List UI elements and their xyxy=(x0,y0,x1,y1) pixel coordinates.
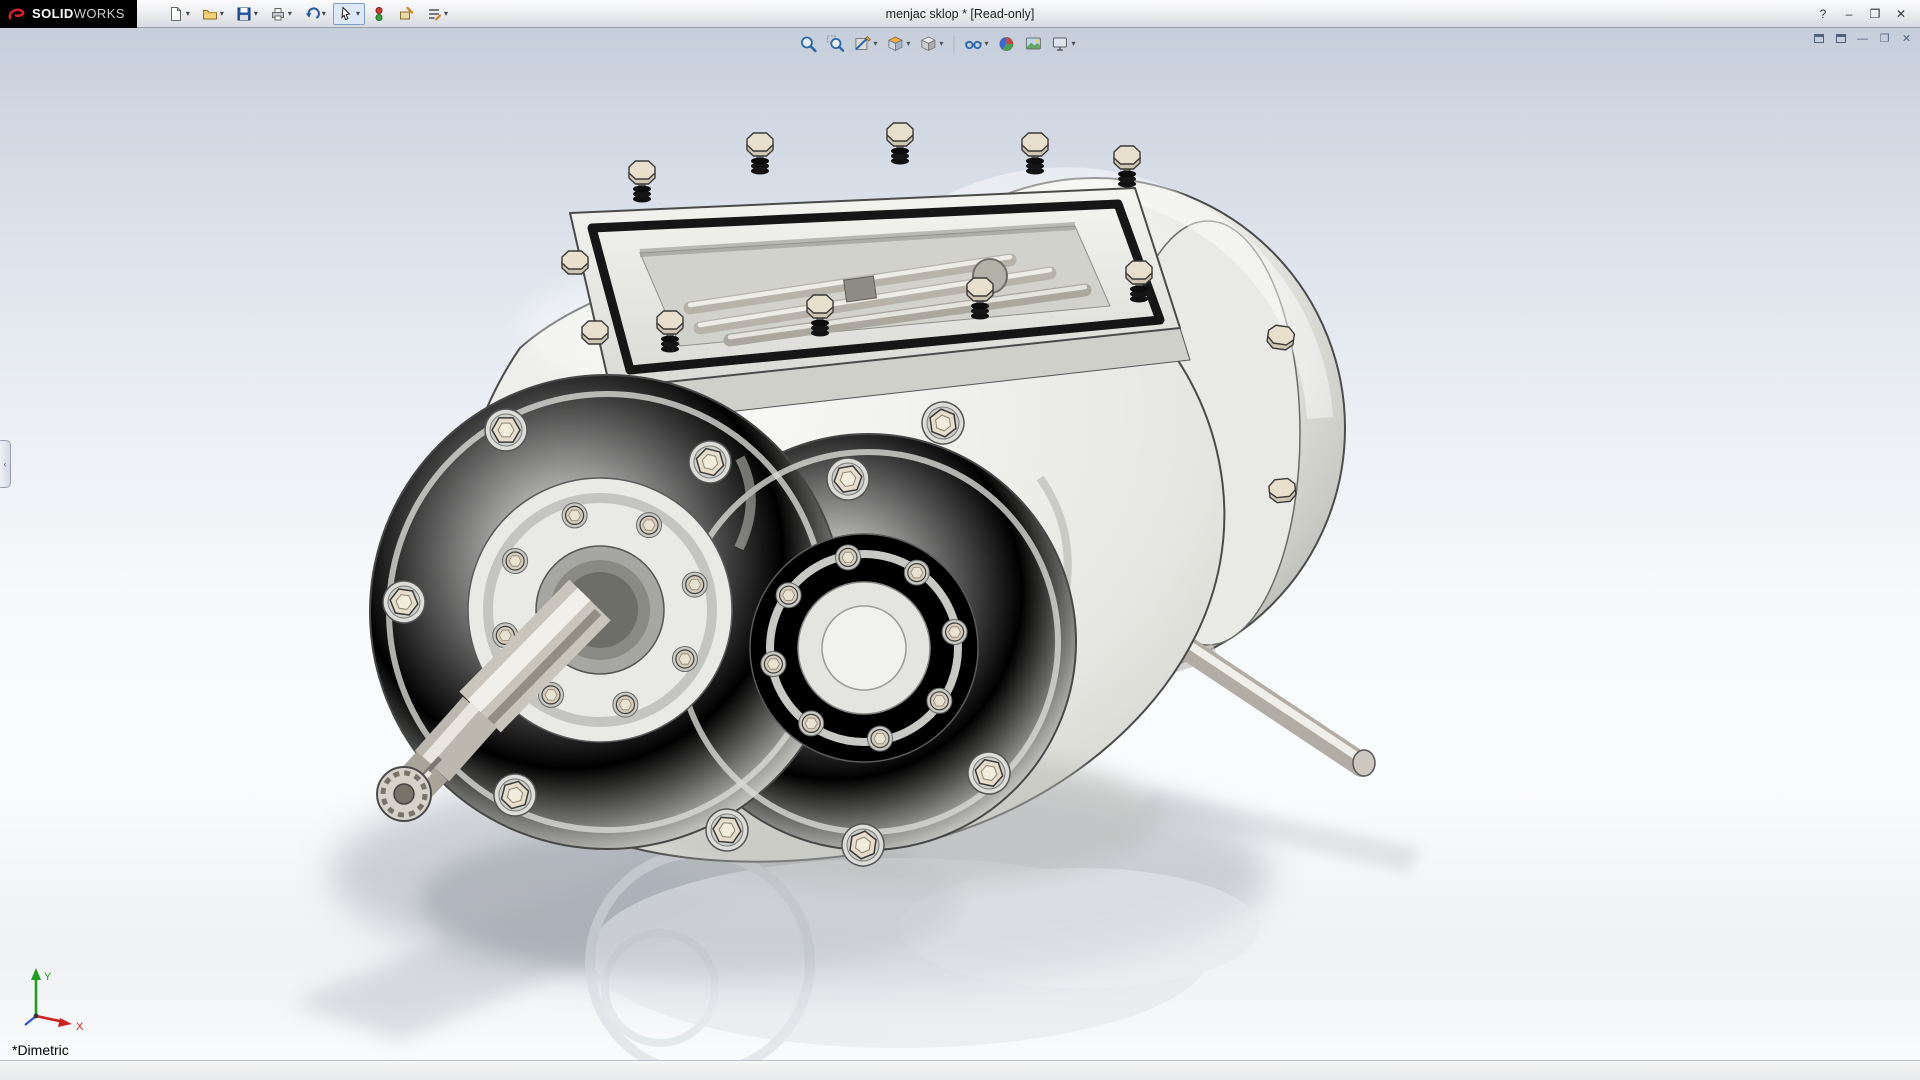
dropdown-caret[interactable]: ▾ xyxy=(288,10,292,18)
apply-scene-button[interactable] xyxy=(1021,33,1045,55)
ds-logo-icon xyxy=(7,6,27,22)
new-document-button[interactable]: ▾ xyxy=(163,3,195,25)
feature-manager-collapsed-tab[interactable]: ‹ xyxy=(0,440,11,488)
select-cursor-icon xyxy=(338,6,354,22)
save-icon xyxy=(236,6,252,22)
view-orientation-label: *Dimetric xyxy=(12,1042,69,1058)
selection-filter-button[interactable] xyxy=(367,3,391,25)
zoom-to-area-icon xyxy=(826,35,844,53)
print-button[interactable]: ▾ xyxy=(265,3,297,25)
zoom-to-fit-icon xyxy=(799,35,817,53)
edit-appearance-icon xyxy=(997,35,1015,53)
minimize-button[interactable]: – xyxy=(1838,4,1860,23)
section-view-icon xyxy=(853,35,871,53)
document-window-controls: — ❐ ✕ xyxy=(1811,31,1914,46)
orientation-triad[interactable]: Y X xyxy=(14,958,98,1038)
open-button[interactable]: ▾ xyxy=(197,3,229,25)
apply-scene-icon xyxy=(1024,35,1042,53)
status-bar xyxy=(0,1060,1920,1080)
reference-geometry-button[interactable] xyxy=(393,3,419,25)
graphics-area[interactable]: ▾ ▾ ▾ ▾ xyxy=(0,28,1920,1060)
reference-geometry-icon xyxy=(398,6,414,22)
view-orientation-cube-icon xyxy=(886,35,904,53)
window-controls: ? – ❐ ✕ xyxy=(1812,4,1920,23)
output-flange xyxy=(750,534,978,762)
solidworks-logo: SOLIDWORKS xyxy=(0,0,137,28)
document-restore-button[interactable]: ❐ xyxy=(1877,31,1892,46)
triad-y-label: Y xyxy=(44,971,52,983)
triad-x-label: X xyxy=(76,1021,84,1033)
triad-x-arrow xyxy=(58,1018,72,1027)
zoom-to-fit-button[interactable] xyxy=(796,33,820,55)
zoom-to-area-button[interactable] xyxy=(823,33,847,55)
print-icon xyxy=(270,6,286,22)
undo-icon xyxy=(304,6,320,22)
dropdown-caret[interactable]: ▾ xyxy=(984,40,988,48)
options-button[interactable]: ▾ xyxy=(421,3,453,25)
undo-button[interactable]: ▾ xyxy=(299,3,331,25)
previous-document-icon[interactable] xyxy=(1811,31,1826,46)
dropdown-caret[interactable]: ▾ xyxy=(356,10,360,18)
title-bar: SOLIDWORKS ▾ ▾ ▾ ▾ xyxy=(0,0,1920,28)
document-close-button[interactable]: ✕ xyxy=(1899,31,1914,46)
view-settings-button[interactable]: ▾ xyxy=(1048,33,1078,55)
maximize-button[interactable]: ❐ xyxy=(1864,4,1886,23)
hide-show-glasses-icon xyxy=(964,35,982,53)
dropdown-caret[interactable]: ▾ xyxy=(444,10,448,18)
options-icon xyxy=(426,6,442,22)
new-document-icon xyxy=(168,6,184,22)
help-button[interactable]: ? xyxy=(1812,4,1834,23)
triad-y-arrow xyxy=(31,968,41,980)
heads-up-view-toolbar: ▾ ▾ ▾ ▾ xyxy=(796,33,1078,55)
brand-works: WORKS xyxy=(74,6,125,21)
dropdown-caret[interactable]: ▾ xyxy=(220,10,224,18)
main-toolbar: ▾ ▾ ▾ ▾ ▾ xyxy=(137,3,453,25)
gearbox-3d-model[interactable] xyxy=(0,28,1920,1060)
dropdown-caret[interactable]: ▾ xyxy=(254,10,258,18)
brand-text: SOLIDWORKS xyxy=(32,6,125,21)
edit-appearance-button[interactable] xyxy=(994,33,1018,55)
dropdown-caret[interactable]: ▾ xyxy=(873,40,877,48)
close-button[interactable]: ✕ xyxy=(1890,4,1912,23)
solidworks-window: SOLIDWORKS ▾ ▾ ▾ ▾ xyxy=(0,0,1920,1080)
dropdown-caret[interactable]: ▾ xyxy=(1071,40,1075,48)
section-view-button[interactable]: ▾ xyxy=(850,33,880,55)
display-style-button[interactable]: ▾ xyxy=(916,33,946,55)
view-settings-icon xyxy=(1051,35,1069,53)
view-orientation-button[interactable]: ▾ xyxy=(883,33,913,55)
display-style-icon xyxy=(919,35,937,53)
brand-solid: SOLID xyxy=(32,6,74,21)
selection-filter-icon xyxy=(372,6,386,22)
dropdown-caret[interactable]: ▾ xyxy=(906,40,910,48)
dropdown-caret[interactable]: ▾ xyxy=(939,40,943,48)
document-minimize-button[interactable]: — xyxy=(1855,31,1870,46)
dropdown-caret[interactable]: ▾ xyxy=(322,10,326,18)
save-button[interactable]: ▾ xyxy=(231,3,263,25)
window-title: menjac sklop * [Read-only] xyxy=(886,0,1035,28)
select-tool-button[interactable]: ▾ xyxy=(333,3,365,25)
open-icon xyxy=(202,6,218,22)
hide-show-items-button[interactable]: ▾ xyxy=(961,33,991,55)
next-document-icon[interactable] xyxy=(1833,31,1848,46)
toolbar-separator xyxy=(953,36,954,52)
dropdown-caret[interactable]: ▾ xyxy=(186,10,190,18)
